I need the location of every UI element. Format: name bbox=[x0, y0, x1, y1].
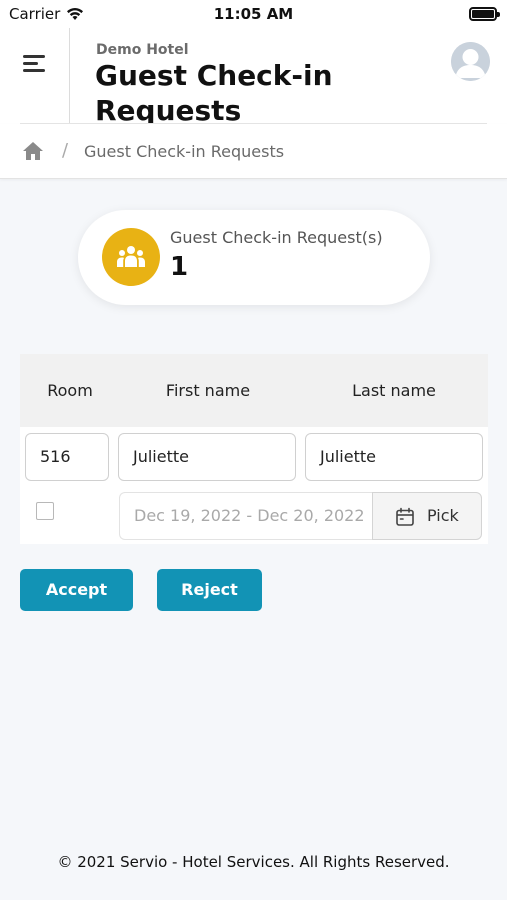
page-title: Guest Check-in Requests bbox=[95, 59, 333, 127]
user-avatar-icon[interactable] bbox=[451, 42, 490, 81]
reject-button[interactable]: Reject bbox=[157, 569, 262, 611]
requests-table: Room First name Last name 516 Juliette J… bbox=[20, 354, 488, 544]
hotel-name: Demo Hotel bbox=[96, 42, 189, 58]
app-header: Demo Hotel Guest Check-in Requests bbox=[0, 28, 507, 127]
hamburger-menu-icon[interactable] bbox=[20, 52, 50, 76]
breadcrumb: / Guest Check-in Requests bbox=[0, 124, 507, 179]
summary-count: 1 bbox=[170, 252, 189, 282]
row-select-checkbox[interactable] bbox=[36, 502, 54, 520]
summary-label: Guest Check-in Request(s) bbox=[170, 228, 383, 247]
pick-date-label: Pick bbox=[427, 506, 459, 525]
request-summary-card: Guest Check-in Request(s) 1 bbox=[78, 210, 430, 305]
footer-copyright: © 2021 Servio - Hotel Services. All Righ… bbox=[57, 853, 450, 871]
breadcrumb-separator: / bbox=[62, 140, 69, 161]
calendar-icon bbox=[396, 507, 414, 526]
battery-icon bbox=[469, 7, 500, 21]
home-icon[interactable] bbox=[22, 140, 44, 162]
date-range-field[interactable]: Dec 19, 2022 - Dec 20, 2022 bbox=[119, 492, 373, 540]
column-header-first-name: First name bbox=[165, 381, 251, 400]
status-bar: Carrier 11:05 AM bbox=[0, 0, 507, 28]
room-field[interactable]: 516 bbox=[25, 433, 109, 481]
column-header-room: Room bbox=[47, 381, 93, 400]
last-name-field[interactable]: Juliette bbox=[305, 433, 483, 481]
group-people-icon bbox=[102, 228, 160, 286]
status-time: 11:05 AM bbox=[213, 5, 294, 23]
accept-button[interactable]: Accept bbox=[20, 569, 133, 611]
first-name-field[interactable]: Juliette bbox=[118, 433, 296, 481]
header-divider bbox=[69, 28, 70, 125]
table-header: Room First name Last name bbox=[20, 354, 488, 427]
breadcrumb-current: Guest Check-in Requests bbox=[84, 142, 285, 161]
pick-date-button[interactable]: Pick bbox=[372, 492, 482, 540]
column-header-last-name: Last name bbox=[352, 381, 436, 400]
